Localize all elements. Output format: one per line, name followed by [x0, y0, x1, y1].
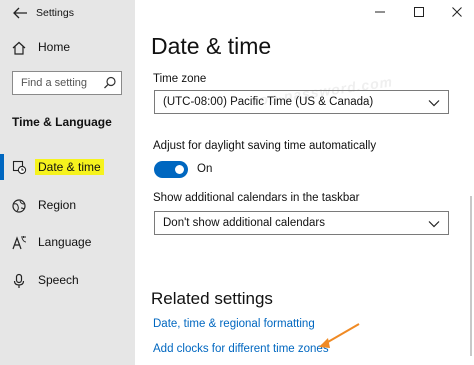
sidebar-item-language[interactable]: Language — [0, 230, 135, 256]
search-input[interactable] — [13, 72, 103, 94]
chevron-down-icon — [428, 221, 440, 228]
search-box[interactable] — [12, 71, 122, 95]
daylight-saving-label: Adjust for daylight saving time automati… — [153, 140, 377, 152]
maximize-icon[interactable] — [411, 4, 427, 20]
sidebar-item-label: Language — [38, 235, 92, 249]
additional-calendars-label: Show additional calendars in the taskbar — [153, 192, 360, 204]
sidebar-item-label: Region — [38, 198, 77, 212]
close-icon[interactable] — [449, 4, 465, 20]
additional-calendars-dropdown[interactable]: Don't show additional calendars — [154, 211, 449, 235]
annotation-arrow-icon — [319, 323, 360, 348]
search-icon[interactable] — [103, 76, 117, 90]
chevron-down-icon — [428, 100, 440, 107]
sidebar-item-label: Date & time — [35, 159, 104, 175]
home-icon — [12, 41, 26, 55]
sidebar-item-home[interactable]: Home — [0, 35, 135, 61]
sidebar-item-date-time[interactable]: Date & time — [0, 154, 135, 180]
sidebar-item-region[interactable]: Region — [0, 193, 135, 219]
sidebar-item-label: Speech — [38, 273, 79, 287]
toggle-state-label: On — [197, 163, 213, 175]
toggle-knob — [175, 165, 184, 174]
sidebar-item-label: Home — [38, 40, 71, 54]
back-arrow-icon[interactable] — [12, 6, 28, 20]
sidebar-item-speech[interactable]: Speech — [0, 268, 135, 294]
app-title: Settings — [36, 7, 74, 19]
language-icon — [12, 236, 27, 250]
minimize-icon[interactable] — [372, 4, 388, 20]
sidebar: Settings Home Time & Language Date & tim… — [0, 0, 135, 365]
page-title: Date & time — [151, 33, 272, 59]
date-time-icon — [12, 160, 27, 175]
main-content: Date & time Time zone (UTC-08:00) Pacifi… — [135, 0, 474, 365]
daylight-saving-toggle[interactable] — [154, 161, 188, 178]
additional-calendars-value: Don't show additional calendars — [163, 217, 326, 229]
related-settings-heading: Related settings — [151, 289, 273, 308]
scrollbar[interactable] — [470, 196, 472, 356]
section-heading: Time & Language — [12, 115, 112, 129]
add-clocks-link[interactable]: Add clocks for different time zones — [153, 343, 329, 355]
globe-icon — [12, 199, 26, 213]
regional-formatting-link[interactable]: Date, time & regional formatting — [153, 318, 315, 330]
time-zone-label: Time zone — [153, 73, 207, 85]
microphone-icon — [13, 273, 25, 288]
